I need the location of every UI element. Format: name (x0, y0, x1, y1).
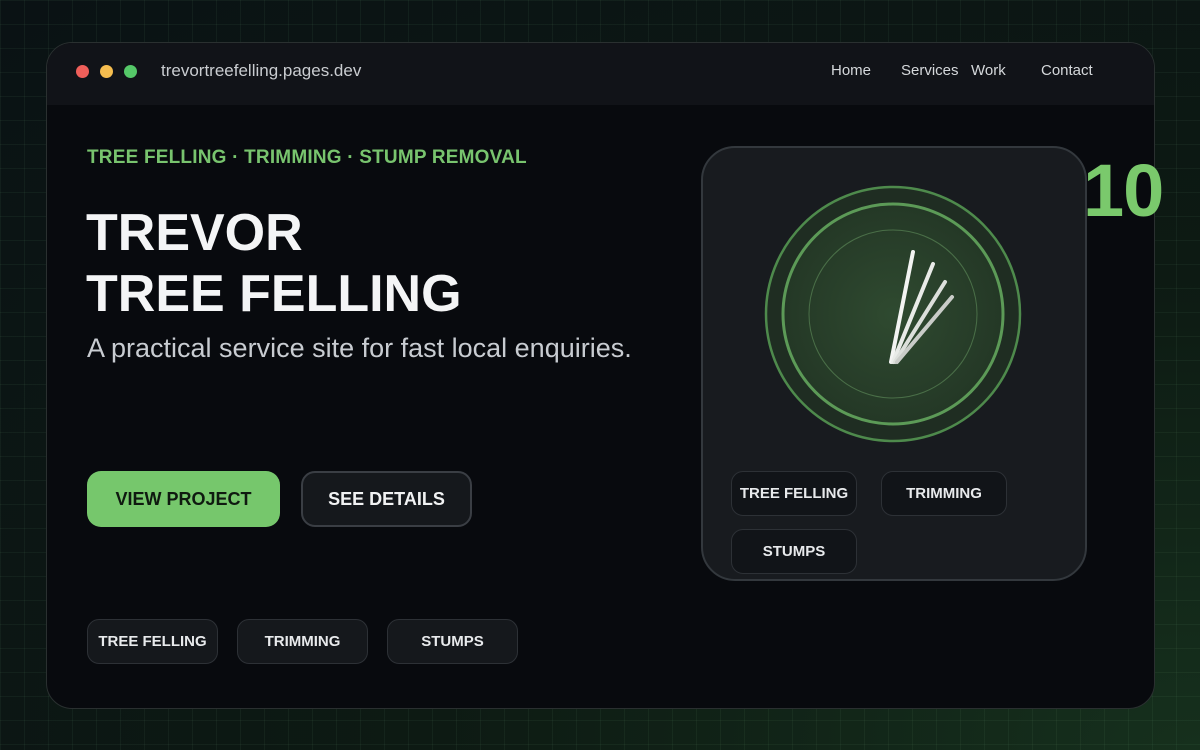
address-url[interactable]: trevortreefelling.pages.dev (161, 61, 361, 81)
browser-window: trevortreefelling.pages.dev Home Service… (46, 42, 1155, 709)
nav-contact[interactable]: Contact (1041, 62, 1093, 79)
hero-title-line-2: TREE FELLING (86, 265, 462, 323)
service-card: TREE FELLING TRIMMING STUMPS (701, 146, 1087, 581)
browser-titlebar: trevortreefelling.pages.dev Home Service… (47, 43, 1154, 105)
nav-services[interactable]: Services (901, 62, 959, 79)
maximize-window-dot[interactable] (124, 65, 137, 78)
card-chip-tree-felling[interactable]: TREE FELLING (731, 471, 857, 516)
minimize-window-dot[interactable] (100, 65, 113, 78)
nav-home[interactable]: Home (831, 62, 871, 79)
see-details-button[interactable]: SEE DETAILS (301, 471, 472, 527)
hero-title-line-1: TREVOR (86, 204, 303, 262)
hero-subtitle: A practical service site for fast local … (87, 333, 632, 363)
tree-illustration (764, 185, 1022, 443)
card-chip-trimming[interactable]: TRIMMING (881, 471, 1007, 516)
hero-eyebrow: TREE FELLING · TRIMMING · STUMP REMOVAL (87, 147, 527, 168)
nav-work[interactable]: Work (971, 62, 1006, 79)
slide-counter: 10 (1083, 149, 1164, 232)
middle-ring-icon (781, 202, 1005, 426)
chip-tree-felling[interactable]: TREE FELLING (87, 619, 218, 664)
chip-trimming[interactable]: TRIMMING (237, 619, 368, 664)
view-project-button[interactable]: VIEW PROJECT (87, 471, 280, 527)
close-window-dot[interactable] (76, 65, 89, 78)
card-chip-stumps[interactable]: STUMPS (731, 529, 857, 574)
chip-stumps[interactable]: STUMPS (387, 619, 518, 664)
